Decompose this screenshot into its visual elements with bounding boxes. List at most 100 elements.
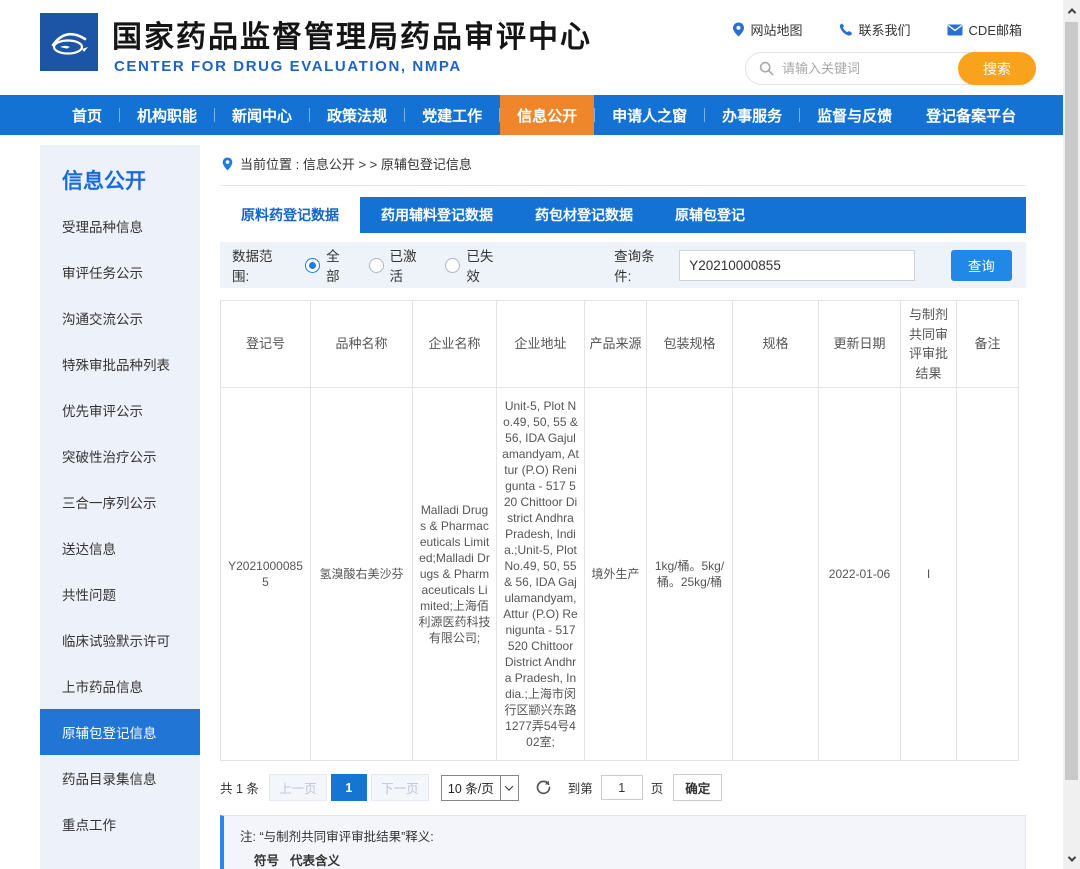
nav-item-services[interactable]: 办事服务 bbox=[705, 95, 799, 135]
search-icon bbox=[746, 61, 774, 76]
cde-logo bbox=[40, 13, 98, 71]
nav-item-applicant-window[interactable]: 申请人之窗 bbox=[595, 95, 704, 135]
cde-mail-link[interactable]: CDE邮箱 bbox=[947, 20, 1022, 39]
radio-option-active[interactable]: 已激活 bbox=[369, 245, 430, 285]
cell-spec bbox=[733, 388, 819, 761]
col-header-package-spec: 包装规格 bbox=[647, 301, 733, 388]
sidebar-item-key-work[interactable]: 重点工作 bbox=[40, 801, 200, 847]
sidebar-item-accepted-varieties[interactable]: 受理品种信息 bbox=[40, 203, 200, 249]
page-size-select[interactable]: 10 条/页 bbox=[441, 775, 519, 801]
cell-co-review-result: I bbox=[901, 388, 957, 761]
nav-item-news[interactable]: 新闻中心 bbox=[215, 95, 309, 135]
radio-active[interactable] bbox=[369, 258, 384, 273]
sidebar-item-priority-review[interactable]: 优先审评公示 bbox=[40, 387, 200, 433]
main-panel: 当前位置 : 信息公开 > > 原辅包登记信息 原料药登记数据 药用辅料登记数据… bbox=[220, 145, 1026, 869]
col-header-update-date: 更新日期 bbox=[819, 301, 901, 388]
tab-excipient-registration-data[interactable]: 药用辅料登记数据 bbox=[360, 197, 514, 233]
tab-api-excipient-registration[interactable]: 原辅包登记 bbox=[654, 197, 766, 233]
query-bar: 数据范围: 全部 已激活 已失效 查询条件: 查询 bbox=[220, 242, 1026, 288]
map-pin-icon bbox=[732, 22, 745, 37]
page: 国家药品监督管理局药品审评中心 CENTER FOR DRUG EVALUATI… bbox=[0, 0, 1080, 869]
sidebar-item-drug-catalog[interactable]: 药品目录集信息 bbox=[40, 755, 200, 801]
sidebar: 信息公开 受理品种信息 审评任务公示 沟通交流公示 特殊审批品种列表 优先审评公… bbox=[40, 145, 200, 869]
site-subtitle: CENTER FOR DRUG EVALUATION, NMPA bbox=[114, 58, 462, 75]
col-header-company-address: 企业地址 bbox=[497, 301, 585, 388]
goto-confirm-button[interactable]: 确定 bbox=[673, 774, 722, 801]
scope-label: 数据范围: bbox=[232, 245, 289, 285]
vertical-scrollbar[interactable] bbox=[1063, 0, 1080, 869]
sidebar-item-clinical-trial-license[interactable]: 临床试验默示许可 bbox=[40, 617, 200, 663]
nav-item-functions[interactable]: 机构职能 bbox=[120, 95, 214, 135]
goto-page-suffix: 页 bbox=[651, 778, 664, 797]
radio-expired[interactable] bbox=[445, 258, 460, 273]
note-header-row: 符号 代表含义 bbox=[240, 850, 1011, 869]
search-input[interactable] bbox=[774, 61, 958, 76]
col-header-company-name: 企业名称 bbox=[413, 301, 497, 388]
pagination: 共 1 条 上一页 1 下一页 10 条/页 到第 页 确定 bbox=[220, 774, 1026, 801]
cell-product-name: 氢溴酸右美沙芬 bbox=[311, 388, 413, 761]
condition-label: 查询条件: bbox=[614, 245, 671, 285]
page-size-value: 10 条/页 bbox=[442, 776, 500, 800]
contact-label: 联系我们 bbox=[859, 20, 911, 39]
current-page-button[interactable]: 1 bbox=[331, 774, 367, 801]
legend-note: 注: “与制剂共同审评审批结果”释义: 符号 代表含义 A 已批准在上市制剂使用… bbox=[220, 815, 1026, 869]
results-table: 登记号 品种名称 企业名称 企业地址 产品来源 包装规格 规格 更新日期 与制剂… bbox=[220, 300, 1019, 761]
sidebar-item-breakthrough-therapy[interactable]: 突破性治疗公示 bbox=[40, 433, 200, 479]
next-page-button[interactable]: 下一页 bbox=[371, 774, 429, 801]
query-condition-input[interactable] bbox=[679, 250, 914, 281]
sidebar-item-delivery-info[interactable]: 送达信息 bbox=[40, 525, 200, 571]
nav-item-supervision[interactable]: 监督与反馈 bbox=[800, 95, 909, 135]
radio-expired-label: 已失效 bbox=[466, 245, 506, 285]
nav-item-home[interactable]: 首页 bbox=[55, 95, 119, 135]
prev-page-button[interactable]: 上一页 bbox=[269, 774, 327, 801]
sidebar-item-three-in-one[interactable]: 三合一序列公示 bbox=[40, 479, 200, 525]
radio-all[interactable] bbox=[305, 258, 320, 273]
refresh-icon[interactable] bbox=[535, 779, 552, 796]
content-area: 信息公开 受理品种信息 审评任务公示 沟通交流公示 特殊审批品种列表 优先审评公… bbox=[0, 135, 1080, 869]
site-title: 国家药品监督管理局药品审评中心 bbox=[112, 12, 592, 56]
col-header-spec: 规格 bbox=[733, 301, 819, 388]
note-col-symbol: 符号 bbox=[240, 850, 288, 869]
table-row: Y20210000855 氢溴酸右美沙芬 Malladi Drugs & Pha… bbox=[221, 388, 1019, 761]
col-header-reg-no: 登记号 bbox=[221, 301, 311, 388]
chevron-down-icon bbox=[500, 776, 518, 800]
scroll-down-icon[interactable] bbox=[1063, 850, 1080, 867]
radio-option-all[interactable]: 全部 bbox=[305, 245, 352, 285]
nav-item-party[interactable]: 党建工作 bbox=[405, 95, 499, 135]
scroll-up-icon[interactable] bbox=[1063, 2, 1080, 19]
location-pin-icon bbox=[222, 157, 233, 171]
query-button[interactable]: 查询 bbox=[951, 250, 1012, 281]
nav-item-registration-platform[interactable]: 登记备案平台 bbox=[909, 95, 1033, 135]
cell-remark bbox=[957, 388, 1019, 761]
tab-packaging-registration-data[interactable]: 药包材登记数据 bbox=[514, 197, 654, 233]
breadcrumb: 当前位置 : 信息公开 > > 原辅包登记信息 bbox=[220, 145, 1026, 186]
radio-option-expired[interactable]: 已失效 bbox=[445, 245, 506, 285]
radio-all-label: 全部 bbox=[326, 245, 352, 285]
goto-page-input[interactable] bbox=[601, 775, 643, 800]
sidebar-item-common-questions[interactable]: 共性问题 bbox=[40, 571, 200, 617]
main-navbar: 首页 机构职能 新闻中心 政策法规 党建工作 信息公开 申请人之窗 办事服务 监… bbox=[0, 95, 1080, 135]
sidebar-item-communication[interactable]: 沟通交流公示 bbox=[40, 295, 200, 341]
sidebar-item-special-approval[interactable]: 特殊审批品种列表 bbox=[40, 341, 200, 387]
sitemap-link[interactable]: 网站地图 bbox=[732, 20, 803, 39]
breadcrumb-text: 当前位置 : 信息公开 > > 原辅包登记信息 bbox=[240, 154, 472, 173]
col-header-remark: 备注 bbox=[957, 301, 1019, 388]
sidebar-item-api-excipient-registration[interactable]: 原辅包登记信息 bbox=[40, 709, 200, 755]
cell-package-spec: 1kg/桶。5kg/桶。25kg/桶 bbox=[647, 388, 733, 761]
swan-logo-icon bbox=[46, 19, 92, 65]
nav-item-policy[interactable]: 政策法规 bbox=[310, 95, 404, 135]
cell-reg-no: Y20210000855 bbox=[221, 388, 311, 761]
contact-link[interactable]: 联系我们 bbox=[839, 20, 911, 39]
cell-update-date: 2022-01-06 bbox=[819, 388, 901, 761]
header-quick-links: 网站地图 联系我们 CDE邮箱 bbox=[732, 20, 1022, 39]
col-header-co-review-result: 与制剂共同审评审批结果 bbox=[901, 301, 957, 388]
tab-api-registration-data[interactable]: 原料药登记数据 bbox=[220, 197, 360, 233]
cell-company-address: Unit-5, Plot No.49, 50, 55 & 56, IDA Gaj… bbox=[497, 388, 585, 761]
sidebar-item-review-tasks[interactable]: 审评任务公示 bbox=[40, 249, 200, 295]
radio-active-label: 已激活 bbox=[390, 245, 430, 285]
site-header: 国家药品监督管理局药品审评中心 CENTER FOR DRUG EVALUATI… bbox=[0, 0, 1080, 95]
search-button[interactable]: 搜索 bbox=[958, 52, 1036, 85]
sidebar-item-marketed-drugs[interactable]: 上市药品信息 bbox=[40, 663, 200, 709]
scrollbar-thumb[interactable] bbox=[1065, 22, 1078, 780]
nav-item-info-disclosure[interactable]: 信息公开 bbox=[500, 95, 594, 135]
